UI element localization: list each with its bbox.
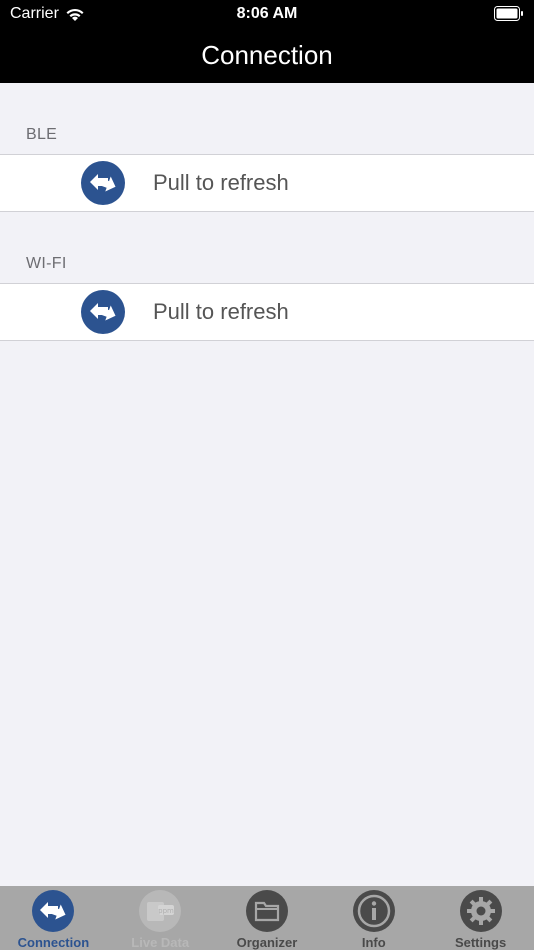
info-icon [352, 890, 395, 932]
connection-icon [32, 890, 75, 932]
ble-refresh-label: Pull to refresh [153, 170, 289, 195]
tab-connection[interactable]: Connection [0, 886, 107, 950]
tab-label: Connection [17, 935, 90, 950]
tab-label: Settings [454, 935, 507, 950]
tab-organizer[interactable]: Organizer [214, 886, 321, 950]
battery-icon [494, 6, 523, 21]
section-header-wifi: WI-FI [26, 255, 67, 272]
section-header-ble: BLE [26, 126, 58, 143]
wifi-refresh-label: Pull to refresh [153, 299, 289, 324]
svg-text:ppm: ppm [158, 907, 174, 915]
tab-label: Live Data [131, 935, 190, 950]
tab-label: Organizer [236, 935, 298, 950]
page-title: Connection [201, 40, 333, 70]
ppm-icon: ppm [139, 890, 182, 932]
folder-icon [245, 890, 288, 932]
clock: 8:06 AM [236, 5, 298, 22]
wifi-refresh-cell[interactable]: Pull to refresh [0, 283, 534, 341]
navigation-bar: Connection [0, 28, 534, 83]
tab-settings[interactable]: Settings [427, 886, 534, 950]
tab-info[interactable]: Info [320, 886, 427, 950]
tab-bar: Connection ppm Live Data Organizer Info [0, 886, 534, 950]
gear-icon [459, 890, 502, 932]
tab-live-data[interactable]: ppm Live Data [107, 886, 214, 950]
connection-icon [81, 161, 125, 205]
connection-icon [81, 290, 125, 334]
status-bar: Carrier 8:06 AM [0, 0, 534, 28]
tab-label: Info [361, 935, 386, 950]
ble-refresh-cell[interactable]: Pull to refresh [0, 154, 534, 212]
